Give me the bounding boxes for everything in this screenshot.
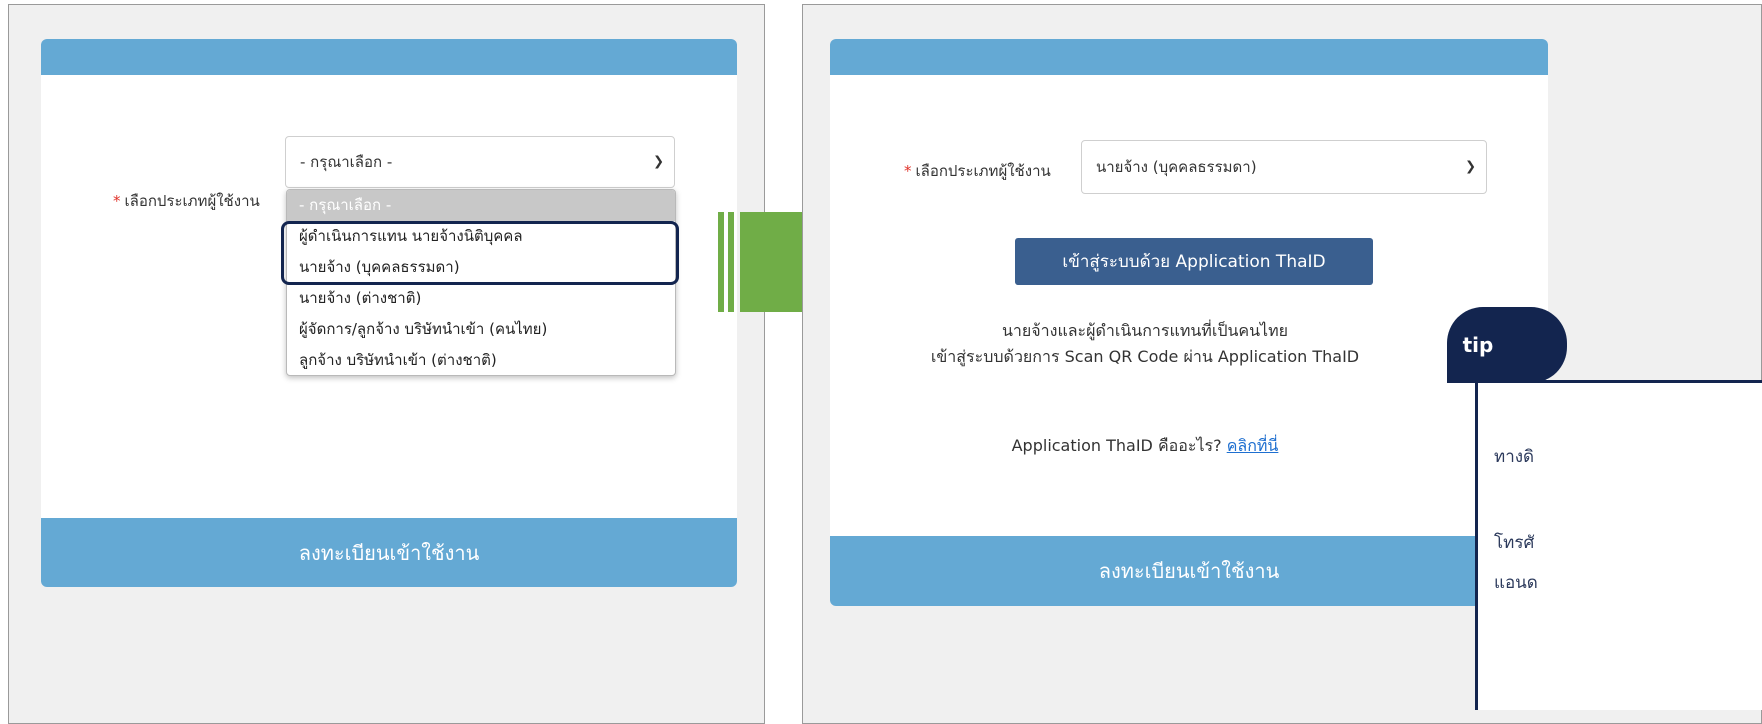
what-is-thaid: Application ThaID คืออะไร? คลิกที่นี่ — [1011, 436, 1279, 455]
thaid-description-line1: นายจ้างและผู้ดำเนินการแทนที่เป็นคนไทย — [1001, 321, 1289, 340]
left-screenshot-panel: * เลือกประเภทผู้ใช้งาน - กรุณาเลือก - ❯ ล… — [8, 4, 765, 724]
tip-text-line1: ทางดิ — [1494, 447, 1535, 467]
dropdown-option-placeholder[interactable]: - กรุณาเลือก - — [287, 190, 675, 221]
thaid-login-button[interactable]: เข้าสู่ระบบด้วย Application ThaID — [1015, 238, 1373, 285]
required-marker: * — [904, 162, 912, 180]
register-button[interactable]: ลงทะเบียนเข้าใช้งาน — [830, 536, 1548, 606]
dropdown-option-import-employee-foreign[interactable]: ลูกจ้าง บริษัทนำเข้า (ต่างชาติ) — [287, 345, 675, 375]
tip-box: ทางดิ โทรศั แอนด — [1475, 380, 1762, 710]
card-header-bar — [830, 39, 1548, 75]
dropdown-option-import-manager-thai[interactable]: ผู้จัดการ/ลูกจ้าง บริษัทนำเข้า (คนไทย) — [287, 314, 675, 345]
user-type-select[interactable]: - กรุณาเลือก - ❯ — [285, 136, 675, 188]
registration-card: * เลือกประเภทผู้ใช้งาน นายจ้าง (บุคคลธรรม… — [830, 39, 1548, 606]
tip-text-line3: แอนด — [1494, 573, 1538, 593]
thaid-description-line2: เข้าสู่ระบบด้วยการ Scan QR Code ผ่าน App… — [930, 347, 1360, 366]
user-type-label: * เลือกประเภทผู้ใช้งาน — [113, 192, 260, 210]
user-type-label: * เลือกประเภทผู้ใช้งาน — [904, 162, 1051, 180]
tip-text-line2: โทรศั — [1494, 533, 1535, 553]
dropdown-option-foreign-employer[interactable]: นายจ้าง (ต่างชาติ) — [287, 283, 675, 314]
highlight-box — [281, 221, 679, 285]
click-here-link[interactable]: คลิกที่นี่ — [1227, 436, 1279, 455]
chevron-down-icon: ❯ — [653, 154, 664, 170]
required-marker: * — [113, 192, 121, 210]
tip-badge: tip — [1447, 307, 1567, 383]
card-header-bar — [41, 39, 737, 75]
register-button[interactable]: ลงทะเบียนเข้าใช้งาน — [41, 518, 737, 587]
user-type-select[interactable]: นายจ้าง (บุคคลธรรมดา) ❯ — [1081, 140, 1487, 194]
chevron-down-icon: ❯ — [1465, 159, 1476, 175]
